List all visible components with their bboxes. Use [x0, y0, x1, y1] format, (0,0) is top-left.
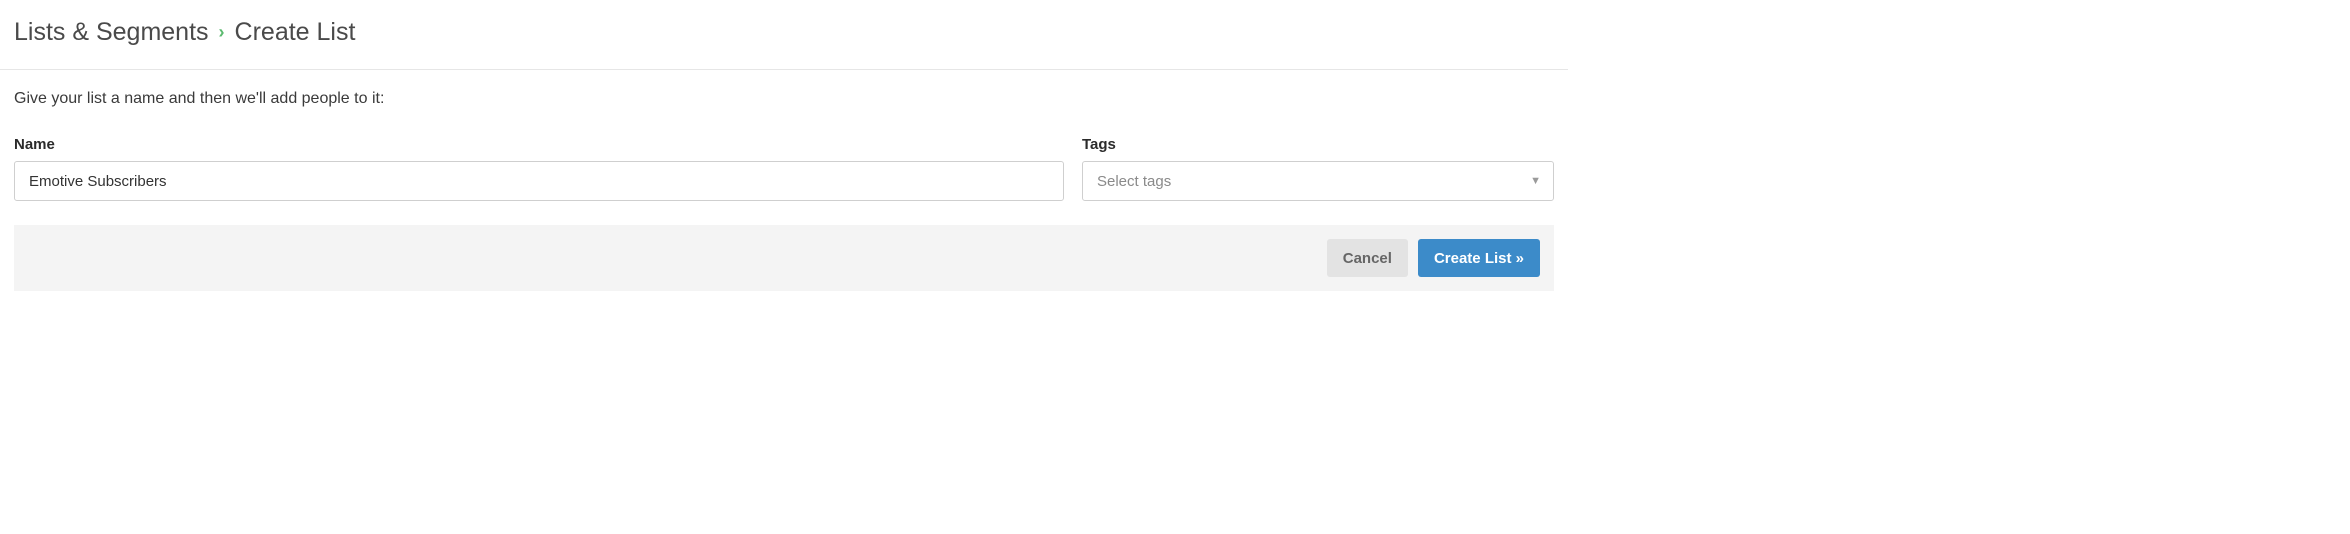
cancel-button[interactable]: Cancel: [1327, 239, 1408, 277]
tags-select[interactable]: Select tags ▼: [1082, 161, 1554, 201]
breadcrumb: Lists & Segments › Create List: [14, 18, 1554, 47]
intro-text: Give your list a name and then we'll add…: [14, 90, 1554, 108]
tags-placeholder: Select tags: [1097, 173, 1171, 190]
create-list-button[interactable]: Create List »: [1418, 239, 1540, 277]
breadcrumb-current: Create List: [235, 18, 356, 47]
field-name-group: Name: [14, 136, 1064, 201]
tags-label: Tags: [1082, 136, 1554, 153]
form-row: Name Tags Select tags ▼: [14, 136, 1554, 201]
caret-down-icon: ▼: [1530, 175, 1541, 187]
action-footer: Cancel Create List »: [14, 225, 1554, 291]
chevron-right-icon: ›: [219, 22, 225, 43]
field-tags-group: Tags Select tags ▼: [1082, 136, 1554, 201]
breadcrumb-parent-link[interactable]: Lists & Segments: [14, 18, 209, 47]
name-label: Name: [14, 136, 1064, 153]
form-content: Give your list a name and then we'll add…: [0, 70, 1568, 201]
page-header: Lists & Segments › Create List: [0, 0, 1568, 70]
name-input[interactable]: [14, 161, 1064, 201]
